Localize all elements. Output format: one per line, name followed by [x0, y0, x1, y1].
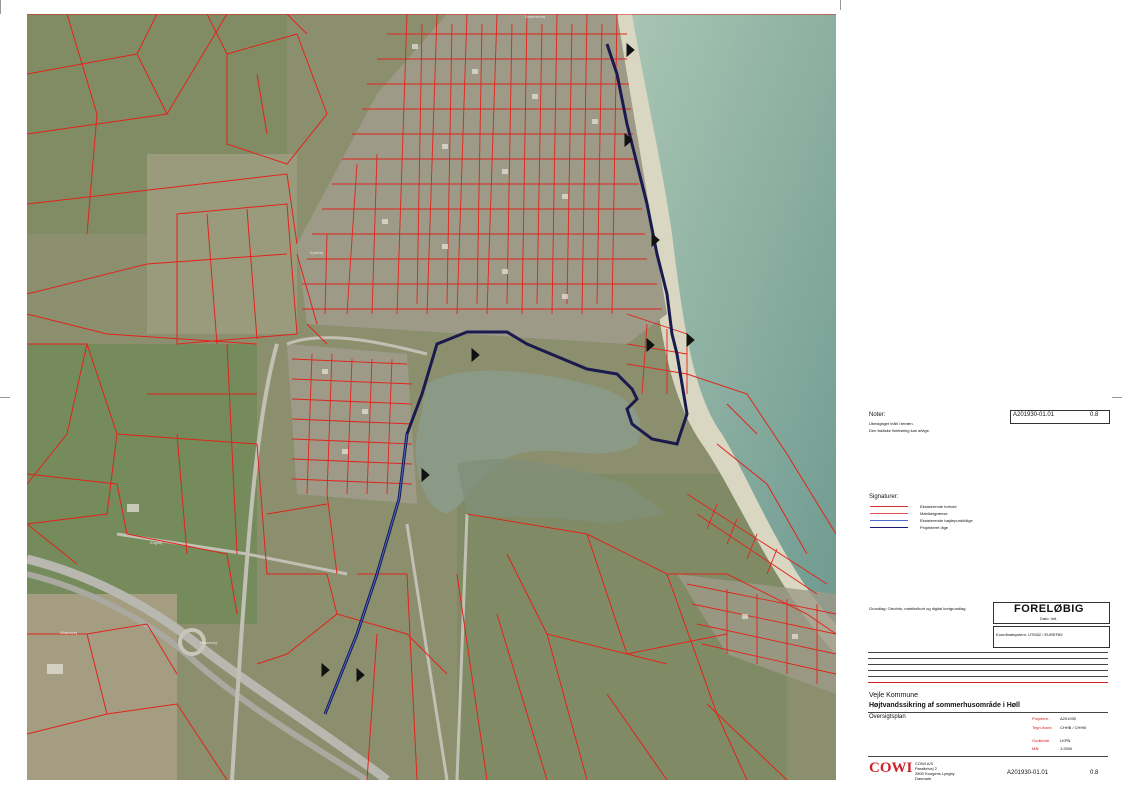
legend-line-3: [870, 527, 908, 528]
notes-line-1: Ubesigtiget målt i terræn.: [869, 421, 914, 426]
field-value-0: A201930: [1060, 716, 1077, 721]
legend-item-1: Matrikelgrænse: [920, 511, 948, 516]
aerial-map[interactable]: [27, 14, 836, 780]
stamp-note-box: [993, 626, 1110, 648]
crop-mark-top-left: [0, 0, 1, 14]
footer-drawing-number: A201930-01.01: [1007, 770, 1049, 776]
field-label-2: Godkendt: [1032, 738, 1050, 743]
field-label-1: Tegn./kontr.: [1032, 725, 1053, 730]
legend-heading: Signaturer:: [869, 494, 899, 500]
legend-item-0: Eksisterende forhold: [920, 504, 957, 509]
title-rule-7: [868, 756, 1108, 757]
legend-line-2: [870, 520, 908, 521]
title-rule-5: [868, 682, 1108, 683]
field-label-0: Projektnr.: [1032, 716, 1049, 721]
title-rule-2: [868, 664, 1108, 665]
project-subtitle: Oversigtsplan: [869, 714, 906, 720]
stamp-right-note: Koordinatsystem: UTM32 / EUREF89: [996, 632, 1063, 637]
road-label: Havnevej: [200, 640, 217, 645]
notes-line-2: Den faktiske linieføring kan afvige.: [869, 428, 930, 433]
field-value-2: LKPN: [1060, 738, 1071, 743]
notes-heading: Noter:: [869, 412, 886, 418]
field-value-3: 1:2500: [1060, 746, 1073, 751]
field-label-3: Mål: [1032, 746, 1039, 751]
legend-line-1: [870, 513, 908, 514]
crop-mark-left: [0, 397, 10, 398]
field-value-1: CHHB / CHHB: [1060, 725, 1087, 730]
notes-revision: 0.8: [1090, 412, 1099, 418]
crop-mark-top: [840, 0, 841, 10]
title-rule-1: [868, 658, 1108, 659]
stamp-subtitle: Dato: Init.: [1040, 616, 1058, 621]
footer-revision: 0.8: [1090, 770, 1099, 776]
title-rule-0: [868, 652, 1108, 653]
client-name: Vejle Kommune: [869, 692, 919, 699]
company-line-3: Danmark: [915, 776, 932, 781]
road-label: Kystvej: [310, 250, 323, 255]
crop-mark-right: [1112, 397, 1122, 398]
company-logo: COWI: [869, 760, 913, 776]
notes-drawing-number: A201930-01.01: [1013, 412, 1055, 418]
title-rule-4: [868, 676, 1108, 677]
project-title: Højtvandssikring af sommerhusområde i Hø…: [869, 702, 1020, 709]
stamp-left-note: Grundlag: Ortofoto, matrikelkort og digi…: [869, 606, 966, 611]
road-label: Strandvej: [60, 630, 77, 635]
title-rule-3: [868, 670, 1108, 671]
legend-item-3: Projekteret dige: [920, 525, 949, 530]
road-label: Sommervej: [525, 14, 546, 19]
stamp-title: FORELØBIG: [1014, 603, 1084, 615]
road-label: Engvej: [150, 540, 163, 545]
legend-item-2: Eksisterende højdepunkt/dige: [920, 518, 973, 523]
title-rule-6: [868, 712, 1108, 713]
legend-line-0: [870, 506, 908, 507]
